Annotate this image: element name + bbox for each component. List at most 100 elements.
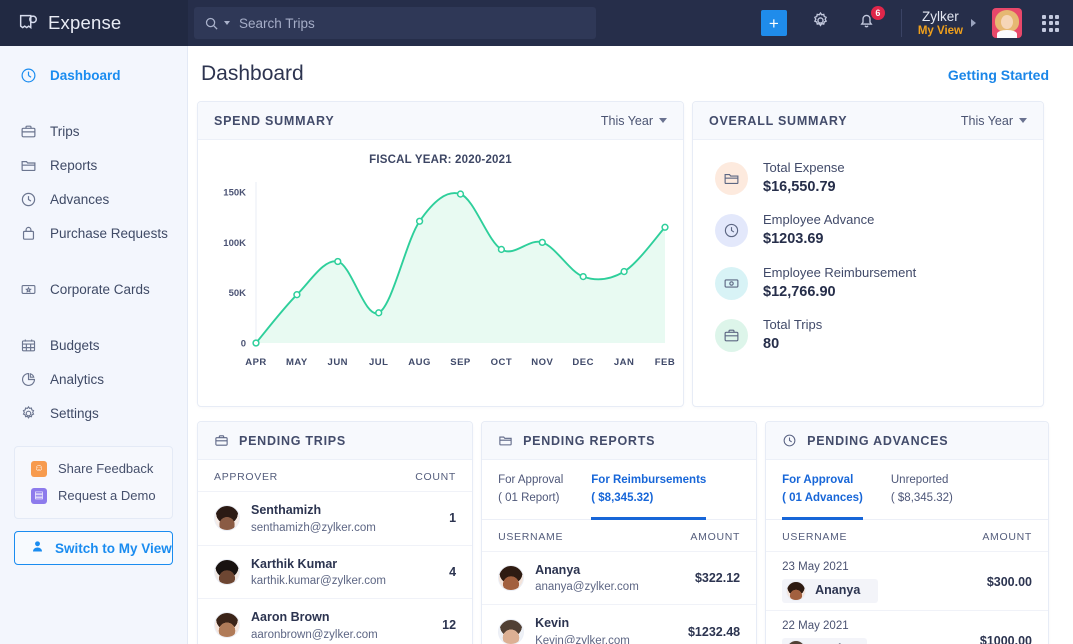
sidebar-item-settings[interactable]: Settings [0,396,187,430]
briefcase-icon [20,123,37,140]
tab-label-line2: ( $8,345.32) [891,490,953,508]
overall-summary-list: Total Expense $16,550.79 Employee Advanc… [693,140,1043,362]
table-row[interactable]: 23 May 2021 Ananya $300.00 [766,551,1048,610]
chart-data-point[interactable] [499,247,505,253]
x-axis-tick-label: OCT [491,357,513,368]
sidebar-item-trips[interactable]: Trips [0,114,187,148]
column-header-username: USERNAME [498,531,563,543]
sidebar-item-budgets[interactable]: Budgets [0,328,187,362]
search-scope-chevron-down-icon[interactable] [224,21,230,25]
add-button[interactable]: + [761,10,787,36]
x-axis-tick-label: MAY [286,357,308,368]
brand-block[interactable]: Expense [0,0,188,46]
y-axis-tick-label: 100K [223,238,246,249]
pending-reports-header: PENDING REPORTS [482,422,756,460]
chart-data-point[interactable] [621,269,627,275]
sidebar-item-label: Dashboard [50,68,121,83]
chart-data-point[interactable] [539,239,545,245]
avatar [214,505,240,531]
sidebar-item-analytics[interactable]: Analytics [0,362,187,396]
grid-apps-icon[interactable] [1042,15,1059,32]
user-name: Kevin [535,616,569,630]
table-row[interactable]: Senthamizh senthamizh@zylker.com 1 [198,491,472,545]
x-axis-tick-label: AUG [408,357,431,368]
sidebar-item-advances[interactable]: Advances [0,182,187,216]
overall-summary-period-filter[interactable]: This Year [961,114,1027,128]
chart-data-point[interactable] [294,292,300,298]
table-row[interactable]: 22 May 2021 Kevin $1000.00 [766,610,1048,644]
sidebar-item-reports[interactable]: Reports [0,148,187,182]
top-bar-actions: + 6 Zylker My View [761,0,1073,46]
trip-count: 1 [449,511,456,525]
y-axis-tick-label: 150K [223,188,246,199]
chart-area-fill [256,193,665,343]
advance-date: 22 May 2021 [782,620,867,632]
chart-data-point[interactable] [662,224,668,230]
avatar[interactable] [992,8,1022,38]
chart-data-point[interactable] [458,191,464,197]
x-axis-tick-label: NOV [531,357,553,368]
switch-to-my-view-button[interactable]: Switch to My View [14,531,173,565]
spend-summary-title: SPEND SUMMARY [214,114,334,128]
user-name: Ananya [535,563,580,577]
chart-data-point[interactable] [580,274,586,280]
table-row[interactable]: Kevin Kevin@zylker.com $1232.48 [482,604,756,644]
summary-label: Total Trips [763,317,822,332]
spend-summary-period-filter[interactable]: This Year [601,114,667,128]
sidebar-item-corporate-cards[interactable]: Corporate Cards [0,272,187,306]
summary-value: $16,550.79 [763,178,845,198]
x-axis-tick-label: DEC [572,357,594,368]
app-name: Expense [48,12,121,34]
request-demo-item[interactable]: ▤ Request a Demo [15,482,172,509]
tab-label-line2: ( 01 Advances) [782,490,863,508]
chart-data-point[interactable] [376,310,382,316]
sidebar-item-label: Settings [50,406,99,421]
tab-for-approval[interactable]: For Approval ( 01 Report) [498,460,563,520]
avatar [498,619,524,644]
summary-item-employee-reimbursement[interactable]: Employee Reimbursement $12,766.90 [693,257,1043,309]
presentation-icon: ▤ [31,488,47,504]
pending-advances-header: PENDING ADVANCES [766,422,1048,460]
chart-data-point[interactable] [417,218,423,224]
x-axis-tick-label: JUN [328,357,349,368]
avatar [214,559,240,585]
sidebar-item-purchase-requests[interactable]: Purchase Requests [0,216,187,250]
advance-amount: $1000.00 [980,620,1032,644]
tab-unreported[interactable]: Unreported ( $8,345.32) [891,460,953,520]
sidebar-item-label: Reports [50,158,97,173]
briefcase-icon [214,433,229,448]
folder-icon [715,162,748,195]
column-header-amount: AMOUNT [690,531,740,543]
x-axis-tick-label: JAN [614,357,635,368]
org-switcher[interactable]: Zylker My View [918,9,976,38]
table-row[interactable]: Ananya ananya@zylker.com $322.12 [482,551,756,605]
tab-for-reimbursements[interactable]: For Reimbursements ( $8,345.32) [591,460,706,520]
search-icon[interactable] [204,16,219,31]
settings-button[interactable] [809,11,833,35]
page-title: Dashboard [201,62,304,86]
share-feedback-item[interactable]: ☺ Share Feedback [15,455,172,482]
search-input[interactable] [239,16,586,31]
main-content: Dashboard Getting Started SPEND SUMMARY … [188,46,1073,644]
search-bar[interactable] [194,7,596,39]
summary-item-total-trips[interactable]: Total Trips 80 [693,309,1043,361]
table-row[interactable]: Karthik Kumar karthik.kumar@zylker.com 4 [198,545,472,599]
summary-item-total-expense[interactable]: Total Expense $16,550.79 [693,152,1043,204]
notifications-button[interactable]: 6 [855,11,879,35]
summary-value: $12,766.90 [763,283,916,303]
getting-started-link[interactable]: Getting Started [948,67,1049,83]
summary-item-employee-advance[interactable]: Employee Advance $1203.69 [693,204,1043,256]
org-view-label: My View [918,25,963,37]
tab-for-approval[interactable]: For Approval ( 01 Advances) [782,460,863,520]
tab-label-line2: ( 01 Report) [498,490,563,508]
page-header: Dashboard Getting Started [188,46,1073,86]
pending-trips-header: PENDING TRIPS [198,422,472,460]
chart-data-point[interactable] [253,340,259,346]
sidebar-item-dashboard[interactable]: Dashboard [0,58,187,92]
avatar [498,565,524,591]
period-label: This Year [961,114,1013,128]
chart-data-point[interactable] [335,259,341,265]
table-row[interactable]: Aaron Brown aaronbrown@zylker.com 12 [198,598,472,644]
sidebar: Dashboard Trips Reports Advances [0,46,188,644]
x-axis-tick-label: SEP [450,357,471,368]
